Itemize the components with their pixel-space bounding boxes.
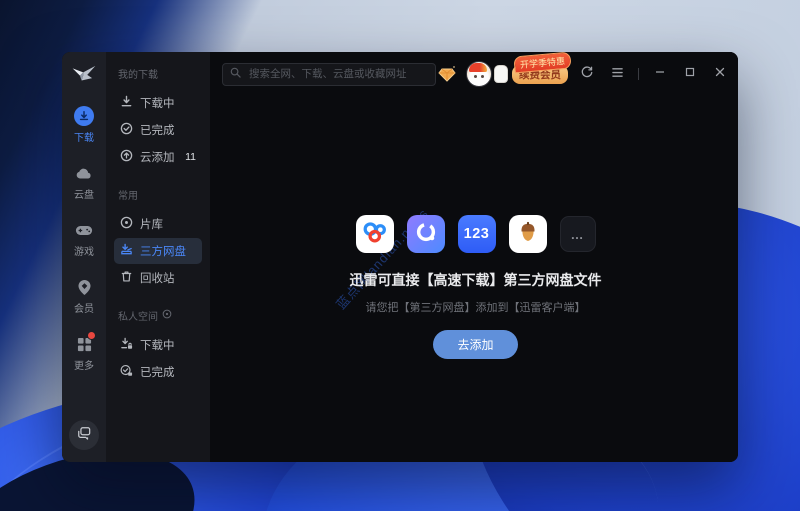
rail-item-download[interactable]: 下载 <box>74 106 94 144</box>
refresh-icon <box>580 65 594 84</box>
chat-icon <box>77 426 91 445</box>
titlebar: 开学季特惠 续费会员 <box>210 52 738 87</box>
sidebar-section-common: 常用 <box>118 187 198 202</box>
sidebar-item-label: 片库 <box>140 216 163 232</box>
sidebar-item-cloud-add[interactable]: 云添加 11 <box>114 144 202 170</box>
section-gap <box>114 292 202 306</box>
quark-drive-icon <box>413 219 439 250</box>
third-party-drive-icon <box>120 243 133 259</box>
minimize-icon <box>654 65 666 83</box>
downloading-icon <box>120 95 133 111</box>
sidebar-item-private-completed[interactable]: 已完成 <box>114 359 202 385</box>
rail-item-label: 会员 <box>74 300 94 315</box>
sidebar-item-label: 下载中 <box>140 95 175 111</box>
quark-drive-tile[interactable] <box>407 215 445 253</box>
sidebar-item-label: 已完成 <box>140 364 175 380</box>
sidebar-item-film-library[interactable]: 片库 <box>114 211 202 237</box>
baidu-netdisk-tile[interactable] <box>356 215 394 253</box>
empty-state: 123 … 迅雷可直接【高速下载】第三方网盘文件 请您把【第三方 <box>210 215 738 359</box>
titlebar-divider <box>638 68 639 80</box>
visibility-toggle-icon[interactable] <box>162 309 172 322</box>
vip-gem-pin-icon <box>74 277 94 297</box>
main-panel: 开学季特惠 续费会员 <box>210 52 738 462</box>
notification-dot <box>87 331 96 340</box>
search-icon <box>230 65 241 83</box>
titlebar-right: 开学季特惠 续费会员 <box>436 61 731 87</box>
cloud-add-count: 11 <box>185 151 196 163</box>
renew-vip-button[interactable]: 开学季特惠 续费会员 <box>512 65 568 84</box>
film-disc-icon <box>120 216 133 232</box>
rail-item-vip[interactable]: 会员 <box>74 277 94 315</box>
maximize-icon <box>684 65 696 83</box>
search-box[interactable] <box>222 63 436 86</box>
nutstore-tile[interactable] <box>509 215 547 253</box>
acorn-icon <box>515 219 541 250</box>
xunlei-logo-icon <box>71 62 97 86</box>
rail-item-label: 下载 <box>74 129 94 144</box>
empty-state-title: 迅雷可直接【高速下载】第三方网盘文件 <box>210 270 738 290</box>
close-icon <box>714 65 726 83</box>
maximize-button[interactable] <box>679 63 701 85</box>
more-drives-button[interactable]: … <box>560 216 596 252</box>
check-lock-icon <box>120 364 133 380</box>
hamburger-icon <box>611 65 624 83</box>
drive-tiles: 123 … <box>210 215 738 253</box>
close-button[interactable] <box>709 63 731 85</box>
cloud-icon <box>74 163 94 183</box>
pan123-tile[interactable]: 123 <box>458 215 496 253</box>
rail-item-label: 云盘 <box>74 186 94 201</box>
empty-state-subtitle: 请您把【第三方网盘】添加到【迅雷客户端】 <box>210 299 738 315</box>
rail-item-label: 游戏 <box>74 243 94 258</box>
go-add-button[interactable]: 去添加 <box>433 330 517 359</box>
refresh-button[interactable] <box>576 63 598 85</box>
section-gap <box>114 171 202 185</box>
sidebar-item-third-party-drives[interactable]: 三方网盘 <box>114 238 202 264</box>
pan123-label: 123 <box>464 226 490 242</box>
sidebar-item-completed[interactable]: 已完成 <box>114 117 202 143</box>
sidebar-item-downloading[interactable]: 下载中 <box>114 90 202 116</box>
vip-gem-icon[interactable] <box>436 63 458 85</box>
minimize-button[interactable] <box>649 63 671 85</box>
rail-item-cloud-drive[interactable]: 云盘 <box>74 163 94 201</box>
section-title: 我的下载 <box>118 66 158 81</box>
sidebar-item-private-downloading[interactable]: 下载中 <box>114 332 202 358</box>
check-circle-icon <box>120 122 133 138</box>
mascot-sticker <box>494 65 508 83</box>
sidebar-item-label: 云添加 <box>140 149 175 165</box>
user-avatar[interactable] <box>466 61 492 87</box>
cloud-add-icon <box>120 149 133 165</box>
search-input[interactable] <box>247 67 428 81</box>
sidebar: 我的下载 下载中 已完成 云添加 11 常用 <box>106 52 210 462</box>
trash-icon <box>120 270 133 286</box>
sidebar-item-label: 回收站 <box>140 270 175 286</box>
sidebar-item-label: 三方网盘 <box>140 243 186 259</box>
sidebar-section-my-downloads: 我的下载 <box>118 66 198 81</box>
section-title: 常用 <box>118 187 138 202</box>
sidebar-item-recycle-bin[interactable]: 回收站 <box>114 265 202 291</box>
sidebar-item-label: 已完成 <box>140 122 175 138</box>
download-icon <box>74 106 94 126</box>
xunlei-window: 下载 云盘 游戏 <box>62 52 738 462</box>
ellipsis-icon: … <box>571 227 585 242</box>
sidebar-item-label: 下载中 <box>140 337 175 353</box>
section-title: 私人空间 <box>118 308 158 323</box>
rail-item-games[interactable]: 游戏 <box>74 220 94 258</box>
gamepad-icon <box>74 220 94 240</box>
main-menu-button[interactable] <box>606 63 628 85</box>
baidu-netdisk-icon <box>361 218 389 251</box>
download-lock-icon <box>120 337 133 353</box>
feedback-button[interactable] <box>69 420 99 450</box>
rail-item-label: 更多 <box>74 357 94 372</box>
nav-rail: 下载 云盘 游戏 <box>62 52 106 462</box>
sidebar-section-private-space: 私人空间 <box>118 308 198 323</box>
rail-item-more[interactable]: 更多 <box>74 334 94 372</box>
